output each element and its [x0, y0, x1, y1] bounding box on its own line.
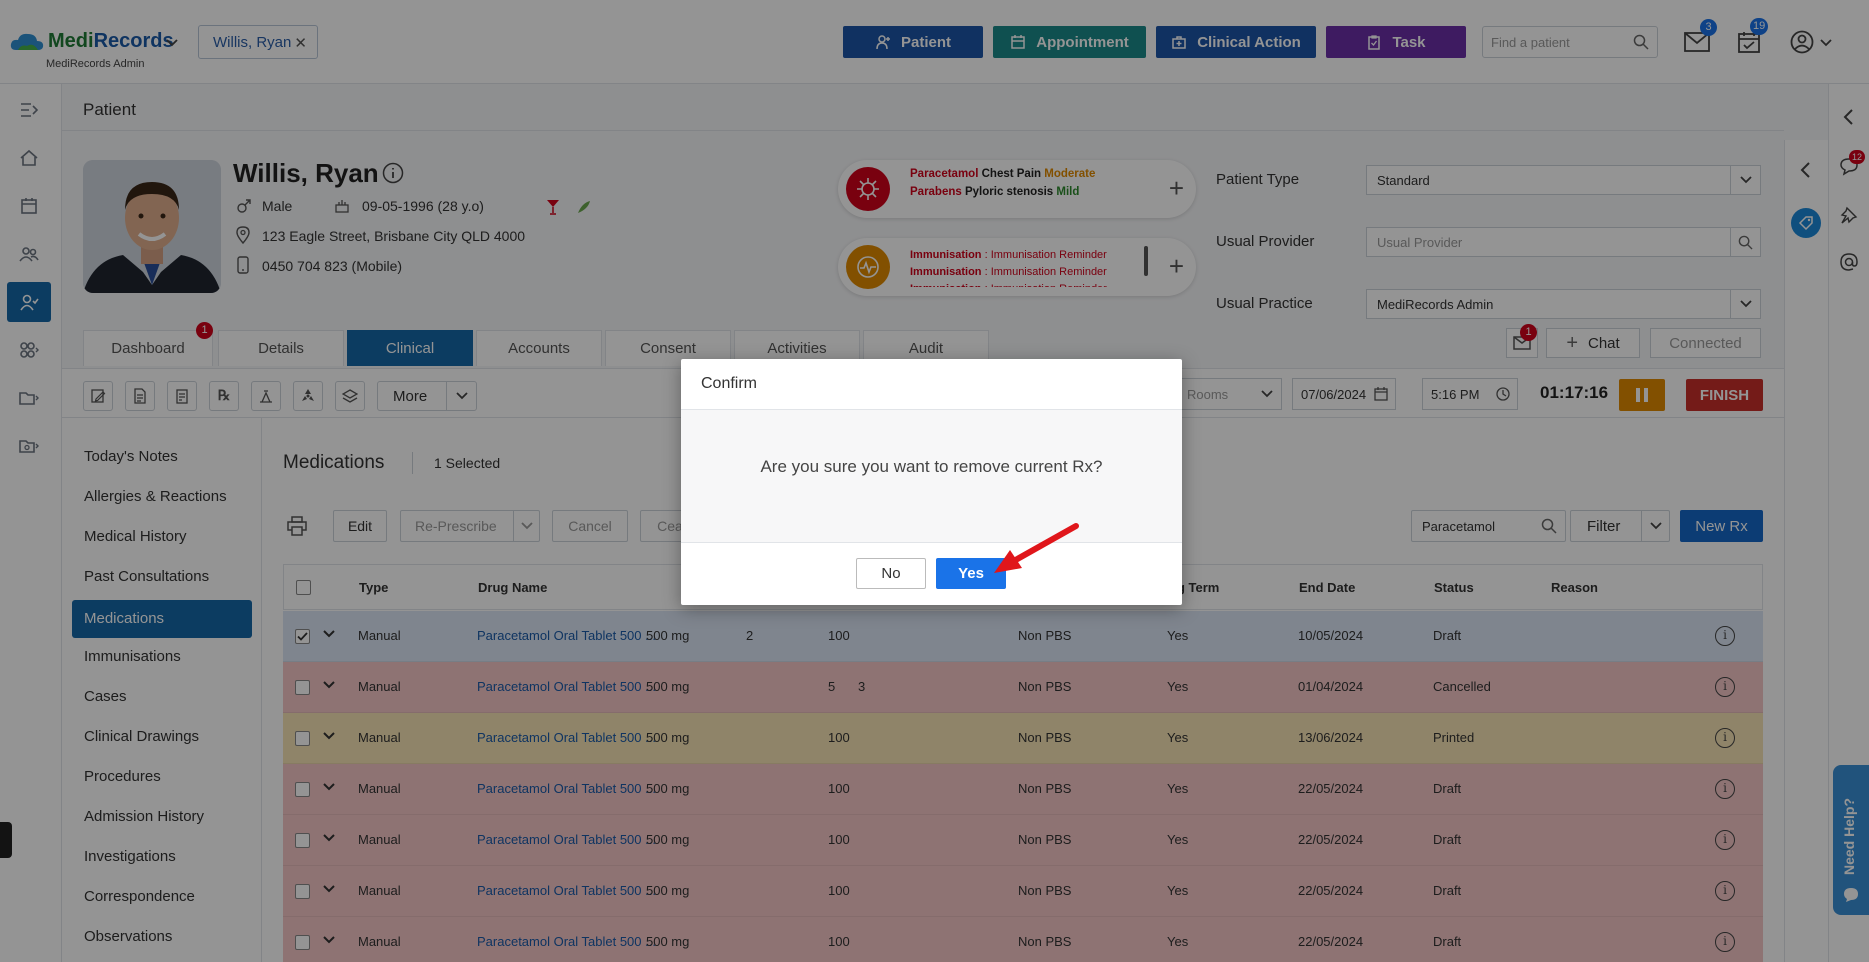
- app-root: MediRecords MediRecords Admin Willis, Ry…: [0, 0, 1869, 962]
- dialog-title: Confirm: [681, 359, 1182, 410]
- dialog-message: Are you sure you want to remove current …: [681, 410, 1182, 543]
- pointer-arrow-icon: [994, 523, 1079, 573]
- no-button[interactable]: No: [856, 558, 926, 589]
- confirm-dialog: Confirm Are you sure you want to remove …: [681, 359, 1182, 605]
